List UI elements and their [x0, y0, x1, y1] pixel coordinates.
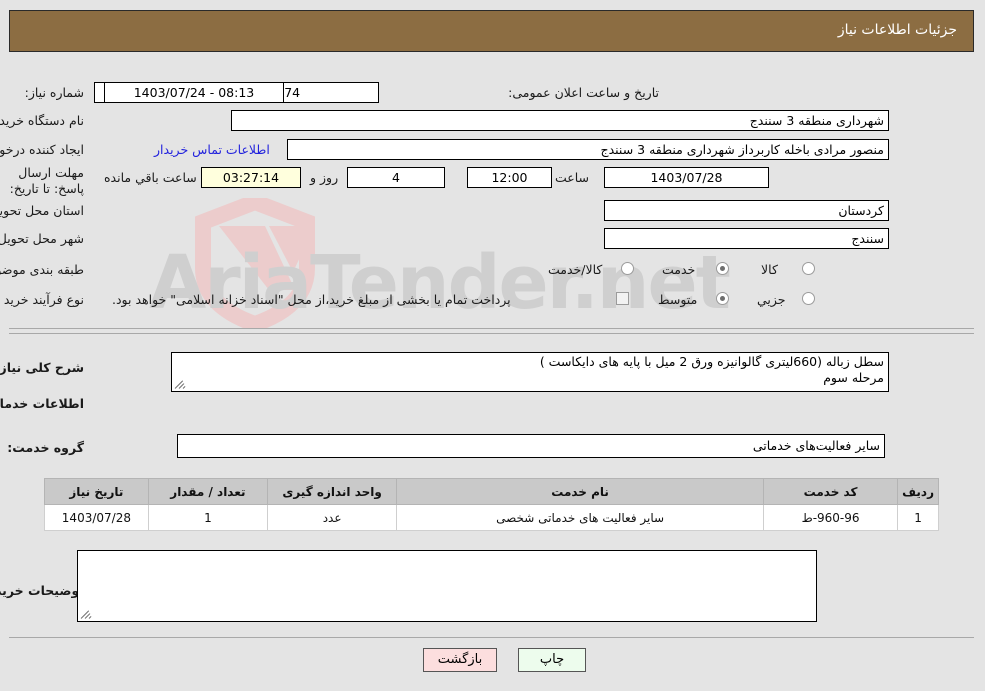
- th-code: کد خدمت: [764, 478, 900, 505]
- label-category-kala: کالا: [762, 262, 779, 277]
- field-requester[interactable]: منصور مرادی باخله کاربرداز شهرداری منطقه…: [288, 139, 890, 160]
- cell-row: 1: [898, 504, 940, 531]
- label-category-kala-khedmat: کالا/خدمت: [549, 262, 604, 277]
- window-titlebar: جزئیات اطلاعات نیاز: [10, 10, 975, 52]
- th-qty: تعداد / مقدار: [148, 478, 270, 505]
- field-city[interactable]: سنندج: [605, 228, 890, 249]
- divider-bottom: [10, 637, 975, 638]
- section-title-services: اطلاعات خدمات مورد نیاز: [0, 396, 85, 411]
- link-buyer-contact-info[interactable]: اطلاعات تماس خریدار: [155, 142, 271, 157]
- table-header-row: ردیف کد خدمت نام خدمت واحد اندازه گیری ت…: [45, 478, 940, 505]
- watermark-arrows-icon: [220, 226, 316, 290]
- th-row: ردیف: [898, 478, 940, 505]
- table-row[interactable]: 1 960-96-ط سایر فعالیت های خدماتی شخصی ع…: [45, 504, 940, 531]
- label-requester: ایجاد کننده درخواست:: [0, 142, 85, 157]
- field-province[interactable]: کردستان: [605, 200, 890, 221]
- checkbox-treasury-documents[interactable]: [617, 292, 630, 305]
- radio-category-kala-khedmat[interactable]: [622, 262, 635, 275]
- cell-unit: عدد: [268, 504, 399, 531]
- label-process-jozi: جزیي: [758, 292, 787, 307]
- field-countdown: 03:27:14: [202, 167, 302, 188]
- textarea-general-description[interactable]: سطل زباله (660لیتری گالوانیزه ورق 2 میل …: [172, 352, 890, 392]
- label-buyer-notes: توضیحات خریدار;: [0, 583, 85, 598]
- label-category-khedmat: خدمت: [663, 262, 697, 277]
- radio-process-jozi[interactable]: [803, 292, 816, 305]
- page-title: جزئیات اطلاعات نیاز: [838, 22, 958, 38]
- field-announce-datetime[interactable]: 08:13 - 1403/07/24: [105, 82, 285, 103]
- th-unit: واحد اندازه گیری: [268, 478, 399, 505]
- textarea-buyer-notes[interactable]: [78, 550, 818, 622]
- divider-top-2: [10, 333, 975, 334]
- divider-top: [10, 328, 975, 329]
- shield-icon: [196, 198, 316, 328]
- th-name: نام خدمت: [397, 478, 766, 505]
- watermark-text: AriaTender.net: [150, 240, 732, 326]
- label-process-motevaset: متوسط: [659, 292, 699, 307]
- back-button[interactable]: بازگشت: [424, 648, 498, 672]
- resize-grip-buyer-notes[interactable]: [81, 608, 94, 620]
- print-button[interactable]: چاپ: [519, 648, 587, 672]
- radio-category-khedmat[interactable]: [717, 262, 730, 275]
- label-treasury-note: پرداخت تمام یا بخشی از مبلغ خرید،از محل …: [113, 292, 512, 307]
- label-category: طبقه بندی موضوعی:: [0, 262, 85, 277]
- field-service-group[interactable]: سایر فعالیت‌های خدماتی: [178, 434, 886, 458]
- label-service-group: گروه خدمت:: [8, 440, 85, 455]
- field-deadline-date[interactable]: 1403/07/28: [605, 167, 770, 188]
- cell-qty: 1: [148, 504, 270, 531]
- resize-grip-description[interactable]: [175, 378, 188, 390]
- label-hour: ساعت: [556, 170, 591, 185]
- field-deadline-hour[interactable]: 12:00: [468, 167, 553, 188]
- label-deadline: مهلت ارسال پاسخ: تا تاریخ:: [10, 165, 85, 196]
- th-date: تاریخ نیاز: [45, 478, 150, 505]
- radio-category-kala[interactable]: [803, 262, 816, 275]
- label-announce-datetime: تاریخ و ساعت اعلان عمومی:: [509, 85, 660, 100]
- cell-date: 1403/07/28: [45, 504, 150, 531]
- services-table: ردیف کد خدمت نام خدمت واحد اندازه گیری ت…: [45, 478, 940, 531]
- cell-name: سایر فعالیت های خدماتی شخصی: [397, 504, 766, 531]
- label-general-description: شرح کلی نیاز:: [0, 360, 85, 375]
- radio-process-motevaset[interactable]: [717, 292, 730, 305]
- label-countdown-unit: ساعت باقي مانده: [105, 170, 198, 185]
- field-days-remaining[interactable]: 4: [348, 167, 446, 188]
- label-province: استان محل تحویل:: [0, 203, 85, 218]
- field-buyer-org[interactable]: شهرداری منطقه 3 سنندج: [232, 110, 890, 131]
- page-root: AriaTender.net جزئیات اطلاعات نیاز شماره…: [0, 0, 985, 691]
- cell-code: 960-96-ط: [764, 504, 900, 531]
- label-buyer-org: نام دستگاه خریدار:: [0, 113, 85, 128]
- label-need-number: شماره نیاز:: [25, 85, 85, 100]
- label-process-type: نوع فرآیند خرید :: [0, 292, 85, 307]
- label-city: شهر محل تحویل:: [0, 231, 85, 246]
- label-days-unit: روز و: [311, 170, 340, 185]
